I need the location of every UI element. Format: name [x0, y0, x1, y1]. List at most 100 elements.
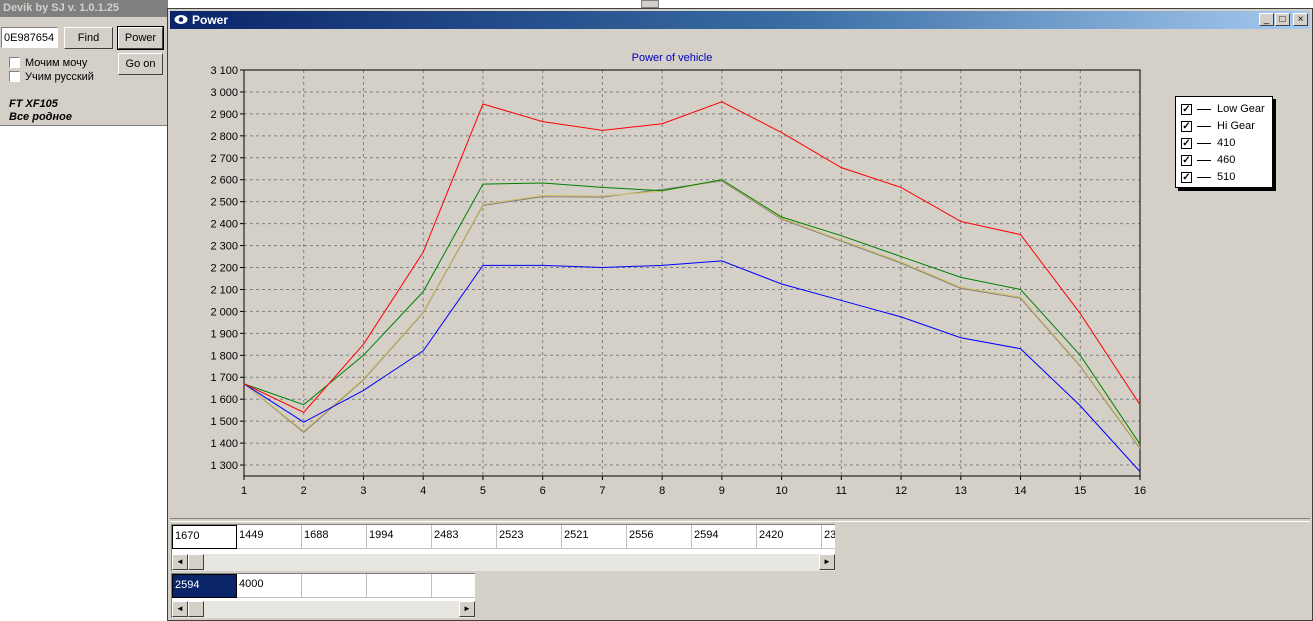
y-tick-label: 2 300 — [210, 241, 238, 253]
legend-swatch — [1197, 159, 1211, 161]
legend-item[interactable]: ✓ 460 — [1181, 153, 1235, 167]
x-tick-label: 3 — [360, 485, 366, 497]
scroll-right-button[interactable]: ► — [459, 601, 475, 617]
checkbox-box[interactable] — [9, 57, 20, 68]
app-title-bar: Devik by SJ v. 1.0.1.25 — [0, 0, 167, 17]
scroll-right-button[interactable]: ► — [819, 554, 835, 570]
x-tick-label: 4 — [420, 485, 426, 497]
legend-swatch — [1197, 125, 1211, 127]
table-row: 1670 1449 1688 1994 2483 2523 2521 2556 2594 2420… — [172, 525, 835, 549]
legend-item[interactable]: ✓ Hi Gear — [1181, 119, 1255, 133]
table-cell[interactable]: 4000 — [237, 574, 302, 598]
checkbox-box[interactable] — [9, 71, 20, 82]
x-tick-label: 5 — [480, 485, 486, 497]
find-button[interactable]: Find — [64, 27, 113, 49]
chart-legend: ✓ Low Gear ✓ Hi Gear ✓ 410 ✓ 460 ✓ 510 — [1175, 96, 1273, 188]
checkbox-label: Мочим мочу — [25, 56, 88, 69]
plot-area — [244, 70, 1140, 476]
legend-checkbox[interactable]: ✓ — [1181, 120, 1192, 132]
table-cell[interactable]: 1994 — [367, 525, 432, 549]
maximize-button[interactable]: □ — [1275, 13, 1290, 26]
background-window-stub — [641, 0, 659, 8]
legend-checkbox[interactable]: ✓ — [1181, 103, 1192, 115]
legend-item[interactable]: ✓ 410 — [1181, 136, 1235, 150]
table-cell[interactable] — [302, 574, 367, 598]
x-tick-label: 15 — [1074, 485, 1086, 497]
y-tick-label: 2 200 — [210, 263, 238, 275]
scroll-left-button[interactable]: ◄ — [172, 601, 188, 617]
x-tick-label: 7 — [599, 485, 605, 497]
table-cell[interactable]: 1449 — [237, 525, 302, 549]
y-tick-label: 2 900 — [210, 109, 238, 121]
power-window: Power _ □ × Power of vehicle 1 300 1 400 1… — [167, 8, 1313, 621]
separator — [170, 518, 1310, 522]
search-input[interactable] — [1, 27, 58, 48]
power-chart: Power of vehicle 1 300 1 400 1 500 1 600 1 7… — [210, 52, 1146, 497]
scroll-left-button[interactable]: ◄ — [172, 554, 188, 570]
y-tick-label: 2 600 — [210, 175, 238, 187]
checkbox-mochim[interactable]: Мочим мочу — [9, 56, 87, 69]
table-cell[interactable]: 2594 — [692, 525, 757, 549]
legend-label: 510 — [1217, 171, 1236, 183]
table-cell[interactable]: 2594 — [172, 574, 237, 598]
x-tick-label: 1 — [241, 485, 247, 497]
legend-swatch — [1197, 142, 1211, 144]
values-grid[interactable]: 1670 1449 1688 1994 2483 2523 2521 2556 2594 2420… — [171, 524, 835, 571]
table-cell[interactable]: 2420 — [757, 525, 822, 549]
scroll-thumb[interactable] — [188, 601, 204, 617]
eye-icon — [174, 15, 188, 24]
legend-item[interactable]: ✓ 510 — [1181, 170, 1235, 184]
vehicle-status-label: Все родное — [9, 111, 72, 123]
table-cell[interactable]: 1688 — [302, 525, 367, 549]
x-tick-label: 11 — [836, 485, 847, 497]
y-tick-label: 1 800 — [210, 350, 238, 362]
x-tick-label: 2 — [301, 485, 307, 497]
x-tick-label: 10 — [775, 485, 787, 497]
go-on-button[interactable]: Go on — [118, 53, 163, 75]
table-cell[interactable]: 2523 — [497, 525, 562, 549]
power-window-title-bar[interactable]: Power _ □ × — [170, 11, 1310, 29]
y-tick-label: 1 400 — [210, 438, 238, 450]
legend-checkbox[interactable]: ✓ — [1181, 137, 1192, 149]
close-button[interactable]: × — [1293, 13, 1308, 26]
x-tick-label: 9 — [719, 485, 725, 497]
legend-checkbox[interactable]: ✓ — [1181, 154, 1192, 166]
legend-item[interactable]: ✓ Low Gear — [1181, 102, 1265, 116]
y-tick-label: 1 300 — [210, 460, 238, 472]
minimize-button[interactable]: _ — [1259, 13, 1274, 26]
table-cell[interactable]: 2521 — [562, 525, 627, 549]
summary-grid[interactable]: 2594 4000 ◄ ► — [171, 573, 475, 618]
vehicle-model-label: FT XF105 — [9, 98, 58, 110]
y-tick-label: 3 000 — [210, 87, 238, 99]
main-app-window: Devik by SJ v. 1.0.1.25 Find Power Go on… — [0, 0, 168, 126]
x-tick-label: 16 — [1134, 485, 1146, 497]
x-tick-label: 6 — [540, 485, 546, 497]
power-button[interactable]: Power — [117, 26, 164, 50]
scroll-thumb[interactable] — [188, 554, 204, 570]
table-cell[interactable]: 1670 — [172, 525, 237, 549]
checkbox-label: Учим русский — [25, 70, 94, 83]
table-cell[interactable]: 23 — [822, 525, 835, 549]
y-tick-label: 2 000 — [210, 306, 238, 318]
x-tick-label: 8 — [659, 485, 665, 497]
y-tick-label: 2 800 — [210, 131, 238, 143]
legend-label: Hi Gear — [1217, 120, 1255, 132]
chart-title: Power of vehicle — [632, 52, 713, 64]
y-tick-label: 1 500 — [210, 416, 238, 428]
x-tick-label: 13 — [955, 485, 967, 497]
y-tick-label: 1 600 — [210, 394, 238, 406]
legend-swatch — [1197, 108, 1211, 110]
table-cell[interactable]: 2556 — [627, 525, 692, 549]
chart-panel: Power of vehicle 1 300 1 400 1 500 1 600 1 7… — [170, 29, 1310, 519]
table-cell[interactable]: 2483 — [432, 525, 497, 549]
checkbox-uchim[interactable]: Учим русский — [9, 70, 94, 83]
y-tick-label: 1 700 — [210, 372, 238, 384]
summary-grid-hscrollbar[interactable]: ◄ ► — [172, 601, 475, 618]
values-grid-hscrollbar[interactable]: ◄ ► — [172, 554, 835, 571]
y-tick-label: 1 900 — [210, 328, 238, 340]
x-tick-label: 12 — [895, 485, 907, 497]
table-cell[interactable] — [367, 574, 432, 598]
legend-checkbox[interactable]: ✓ — [1181, 171, 1192, 183]
legend-swatch — [1197, 176, 1211, 178]
table-cell[interactable] — [432, 574, 475, 598]
